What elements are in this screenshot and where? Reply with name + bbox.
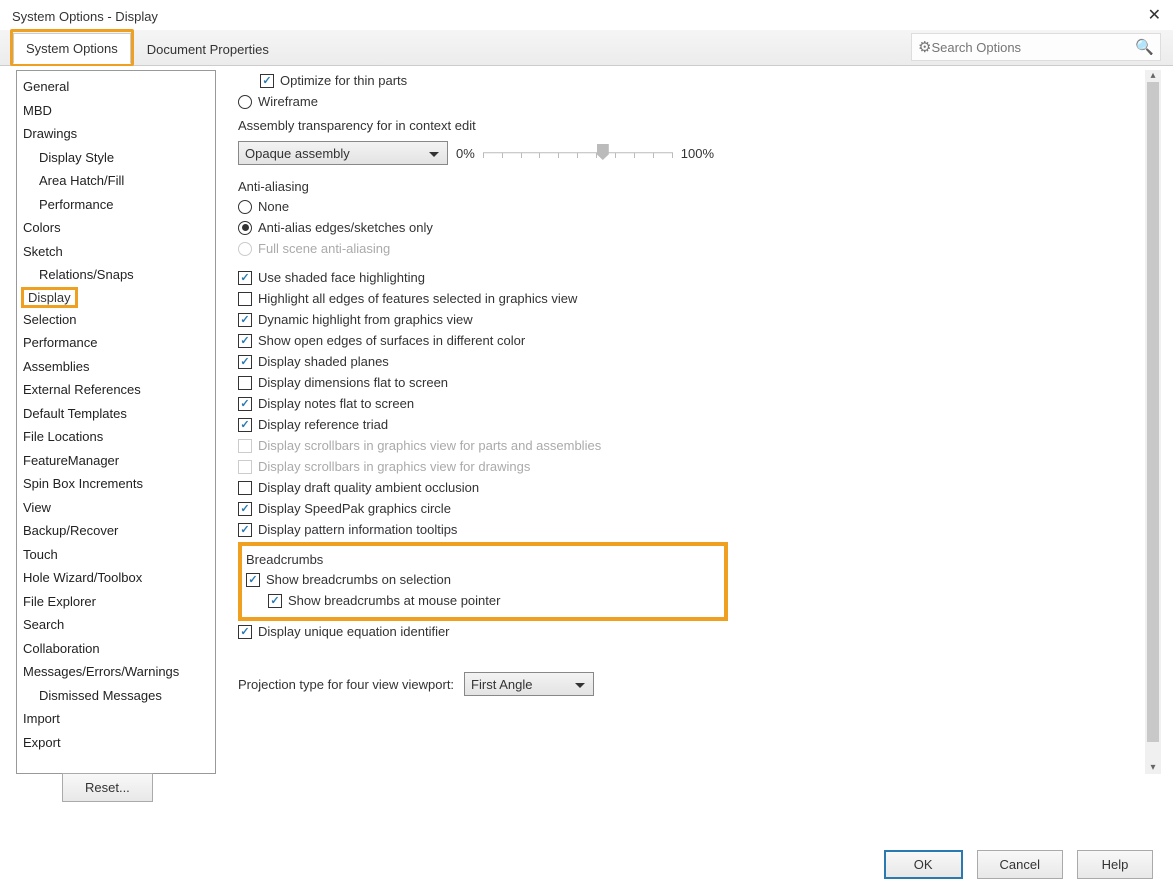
sidebar-item-display[interactable]: Display (21, 287, 78, 308)
checkbox-icon[interactable]: ✓ (238, 523, 252, 537)
sidebar-item-export[interactable]: Export (17, 731, 215, 755)
cancel-button[interactable]: Cancel (977, 850, 1063, 879)
scrollbar[interactable]: ▴ ▾ (1145, 70, 1161, 774)
opt-open-edges[interactable]: ✓Show open edges of surfaces in differen… (238, 330, 1163, 351)
sidebar-item-collaboration[interactable]: Collaboration (17, 637, 215, 661)
scroll-up-icon[interactable]: ▴ (1145, 70, 1161, 82)
opt-dims-flat[interactable]: Display dimensions flat to screen (238, 372, 1163, 393)
sidebar-item-backup-recover[interactable]: Backup/Recover (17, 519, 215, 543)
opt-ref-triad[interactable]: ✓Display reference triad (238, 414, 1163, 435)
radio-icon[interactable] (238, 221, 252, 235)
scroll-down-icon[interactable]: ▾ (1145, 762, 1161, 774)
opt-breadcrumbs-mouse[interactable]: ✓Show breadcrumbs at mouse pointer (268, 590, 720, 611)
label-projection-type: Projection type for four view viewport: (238, 677, 454, 692)
label-assembly-transparency: Assembly transparency for in context edi… (238, 114, 1163, 135)
checkbox-icon[interactable]: ✓ (238, 271, 252, 285)
label-breadcrumbs: Breadcrumbs (246, 548, 720, 569)
sidebar-item-spin-box-increments[interactable]: Spin Box Increments (17, 472, 215, 496)
tab-system-options[interactable]: System Options (13, 33, 131, 64)
sidebar-item-performance[interactable]: Performance (17, 331, 215, 355)
checkbox-icon[interactable]: ✓ (238, 502, 252, 516)
label-anti-aliasing: Anti-aliasing (238, 175, 1163, 196)
close-icon[interactable]: ✕ (1148, 8, 1161, 24)
checkbox-icon[interactable]: ✓ (238, 625, 252, 639)
help-button[interactable]: Help (1077, 850, 1153, 879)
opt-wireframe[interactable]: Wireframe (238, 91, 1163, 112)
opt-shaded-planes[interactable]: ✓Display shaded planes (238, 351, 1163, 372)
opt-speedpak[interactable]: ✓Display SpeedPak graphics circle (238, 498, 1163, 519)
sidebar-item-search[interactable]: Search (17, 613, 215, 637)
sidebar-item-touch[interactable]: Touch (17, 543, 215, 567)
opt-aa-edges[interactable]: Anti-alias edges/sketches only (238, 217, 1163, 238)
sidebar-item-sketch[interactable]: Sketch (17, 240, 215, 264)
checkbox-icon[interactable]: ✓ (238, 418, 252, 432)
opt-scroll-parts: Display scrollbars in graphics view for … (238, 435, 1163, 456)
category-sidebar[interactable]: GeneralMBDDrawingsDisplay StyleArea Hatc… (16, 70, 216, 774)
sidebar-item-drawings[interactable]: Drawings (17, 122, 215, 146)
opt-shaded-face[interactable]: ✓Use shaded face highlighting (238, 267, 1163, 288)
checkbox-icon[interactable]: ✓ (238, 334, 252, 348)
opt-pattern-tooltips[interactable]: ✓Display pattern information tooltips (238, 519, 1163, 540)
checkbox-icon[interactable]: ✓ (246, 573, 260, 587)
reset-button[interactable]: Reset... (62, 773, 153, 802)
gear-icon: ⚙ (918, 38, 931, 56)
checkbox-icon[interactable]: ✓ (268, 594, 282, 608)
label-slider-max: 100% (681, 146, 714, 161)
sidebar-item-file-locations[interactable]: File Locations (17, 425, 215, 449)
search-box[interactable]: ⚙ 🔍 (911, 33, 1161, 61)
checkbox-icon[interactable]: ✓ (238, 313, 252, 327)
opt-dynamic-highlight[interactable]: ✓Dynamic highlight from graphics view (238, 309, 1163, 330)
sidebar-item-selection[interactable]: Selection (17, 308, 215, 332)
opt-scroll-drawings: Display scrollbars in graphics view for … (238, 456, 1163, 477)
ok-button[interactable]: OK (884, 850, 963, 879)
opt-optimize-thin[interactable]: ✓ Optimize for thin parts (260, 70, 1163, 91)
search-icon[interactable]: 🔍 (1135, 38, 1154, 56)
opt-highlight-all-edges[interactable]: Highlight all edges of features selected… (238, 288, 1163, 309)
label-slider-min: 0% (456, 146, 475, 161)
tab-document-properties[interactable]: Document Properties (134, 34, 282, 64)
sidebar-item-view[interactable]: View (17, 496, 215, 520)
opt-aa-none[interactable]: None (238, 196, 1163, 217)
sidebar-item-general[interactable]: General (17, 75, 215, 99)
checkbox-icon[interactable] (238, 292, 252, 306)
sidebar-item-hole-wizard-toolbox[interactable]: Hole Wizard/Toolbox (17, 566, 215, 590)
checkbox-icon[interactable]: ✓ (260, 74, 274, 88)
checkbox-icon[interactable]: ✓ (238, 355, 252, 369)
dropdown-projection-type[interactable]: First Angle (464, 672, 594, 696)
checkbox-icon[interactable] (238, 376, 252, 390)
radio-icon[interactable] (238, 200, 252, 214)
sidebar-item-messages-errors-warnings[interactable]: Messages/Errors/Warnings (17, 660, 215, 684)
sidebar-item-file-explorer[interactable]: File Explorer (17, 590, 215, 614)
sidebar-item-area-hatch-fill[interactable]: Area Hatch/Fill (17, 169, 215, 193)
opt-breadcrumbs-on-selection[interactable]: ✓Show breadcrumbs on selection (246, 569, 720, 590)
radio-icon[interactable] (238, 95, 252, 109)
window-title: System Options - Display (12, 9, 158, 24)
sidebar-item-colors[interactable]: Colors (17, 216, 215, 240)
sidebar-item-external-references[interactable]: External References (17, 378, 215, 402)
checkbox-icon[interactable] (238, 481, 252, 495)
sidebar-item-dismissed-messages[interactable]: Dismissed Messages (17, 684, 215, 708)
sidebar-item-featuremanager[interactable]: FeatureManager (17, 449, 215, 473)
scroll-thumb[interactable] (1147, 82, 1159, 742)
opt-draft-occlusion[interactable]: Display draft quality ambient occlusion (238, 477, 1163, 498)
sidebar-item-default-templates[interactable]: Default Templates (17, 402, 215, 426)
sidebar-item-import[interactable]: Import (17, 707, 215, 731)
opt-aa-full: Full scene anti-aliasing (238, 238, 1163, 259)
sidebar-item-mbd[interactable]: MBD (17, 99, 215, 123)
opt-notes-flat[interactable]: ✓Display notes flat to screen (238, 393, 1163, 414)
breadcrumbs-group: Breadcrumbs ✓Show breadcrumbs on selecti… (238, 542, 728, 621)
sidebar-item-display-style[interactable]: Display Style (17, 146, 215, 170)
sidebar-item-relations-snaps[interactable]: Relations/Snaps (17, 263, 215, 287)
checkbox-icon[interactable]: ✓ (238, 397, 252, 411)
sidebar-item-assemblies[interactable]: Assemblies (17, 355, 215, 379)
transparency-slider[interactable] (483, 143, 673, 163)
opt-unique-eq[interactable]: ✓Display unique equation identifier (238, 621, 1163, 642)
sidebar-item-performance[interactable]: Performance (17, 193, 215, 217)
radio-icon (238, 242, 252, 256)
search-input[interactable] (931, 40, 1135, 55)
checkbox-icon (238, 439, 252, 453)
checkbox-icon (238, 460, 252, 474)
dropdown-assembly-transparency[interactable]: Opaque assembly (238, 141, 448, 165)
